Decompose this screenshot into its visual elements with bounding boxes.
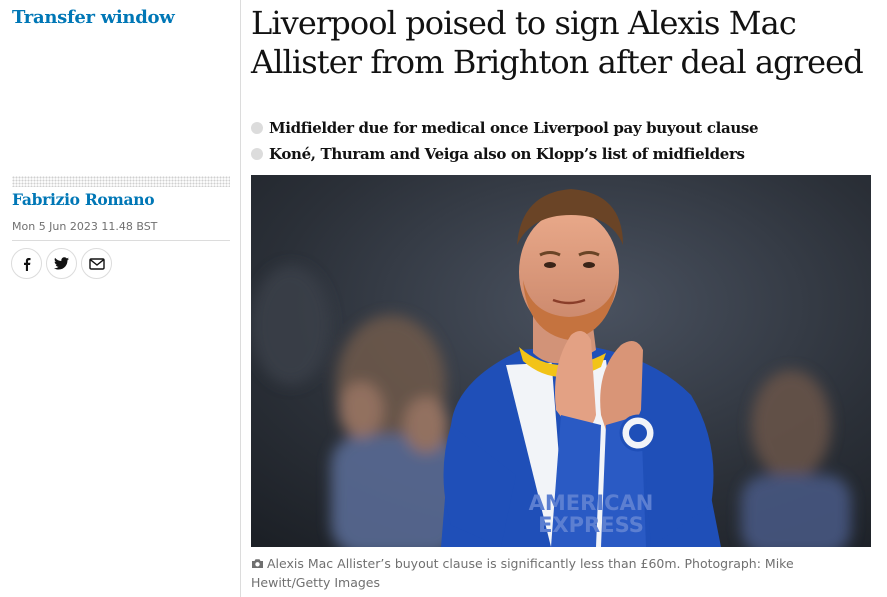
share-facebook-button[interactable] bbox=[11, 248, 42, 279]
article-photo[interactable]: AMERICAN EXPRESS bbox=[251, 175, 871, 547]
share-buttons bbox=[11, 248, 112, 279]
author-link[interactable]: Fabrizio Romano bbox=[12, 190, 155, 209]
photo-caption: Alexis Mac Allister’s buyout clause is s… bbox=[251, 554, 871, 592]
headline: Liverpool poised to sign Alexis Mac Alli… bbox=[251, 4, 864, 81]
standfirst-item: Midfielder due for medical once Liverpoo… bbox=[251, 117, 881, 143]
standfirst-list: Midfielder due for medical once Liverpoo… bbox=[251, 117, 881, 169]
share-twitter-button[interactable] bbox=[46, 248, 77, 279]
column-divider bbox=[240, 0, 241, 597]
standfirst-text: Midfielder due for medical once Liverpoo… bbox=[269, 119, 759, 137]
facebook-icon bbox=[23, 257, 30, 271]
camera-icon bbox=[252, 559, 263, 568]
article-meta-column: Transfer window Fabrizio Romano Mon 5 Ju… bbox=[0, 0, 240, 597]
shirt-sponsor-line2: EXPRESS bbox=[538, 513, 644, 537]
standfirst-text: Koné, Thuram and Veiga also on Klopp’s l… bbox=[269, 145, 745, 163]
player-photo-illustration: AMERICAN EXPRESS bbox=[251, 175, 871, 547]
bullet-icon bbox=[251, 148, 263, 160]
twitter-icon bbox=[54, 257, 69, 270]
bullet-icon bbox=[251, 122, 263, 134]
publish-date: Mon 5 Jun 2023 11.48 BST bbox=[12, 220, 158, 233]
shirt-sponsor-line1: AMERICAN bbox=[529, 491, 654, 515]
email-icon bbox=[88, 257, 105, 270]
dotted-divider bbox=[12, 176, 230, 187]
standfirst-item: Koné, Thuram and Veiga also on Klopp’s l… bbox=[251, 143, 881, 169]
caption-text: Alexis Mac Allister’s buyout clause is s… bbox=[251, 556, 794, 590]
section-link[interactable]: Transfer window bbox=[12, 7, 175, 28]
meta-divider bbox=[12, 240, 230, 241]
share-email-button[interactable] bbox=[81, 248, 112, 279]
